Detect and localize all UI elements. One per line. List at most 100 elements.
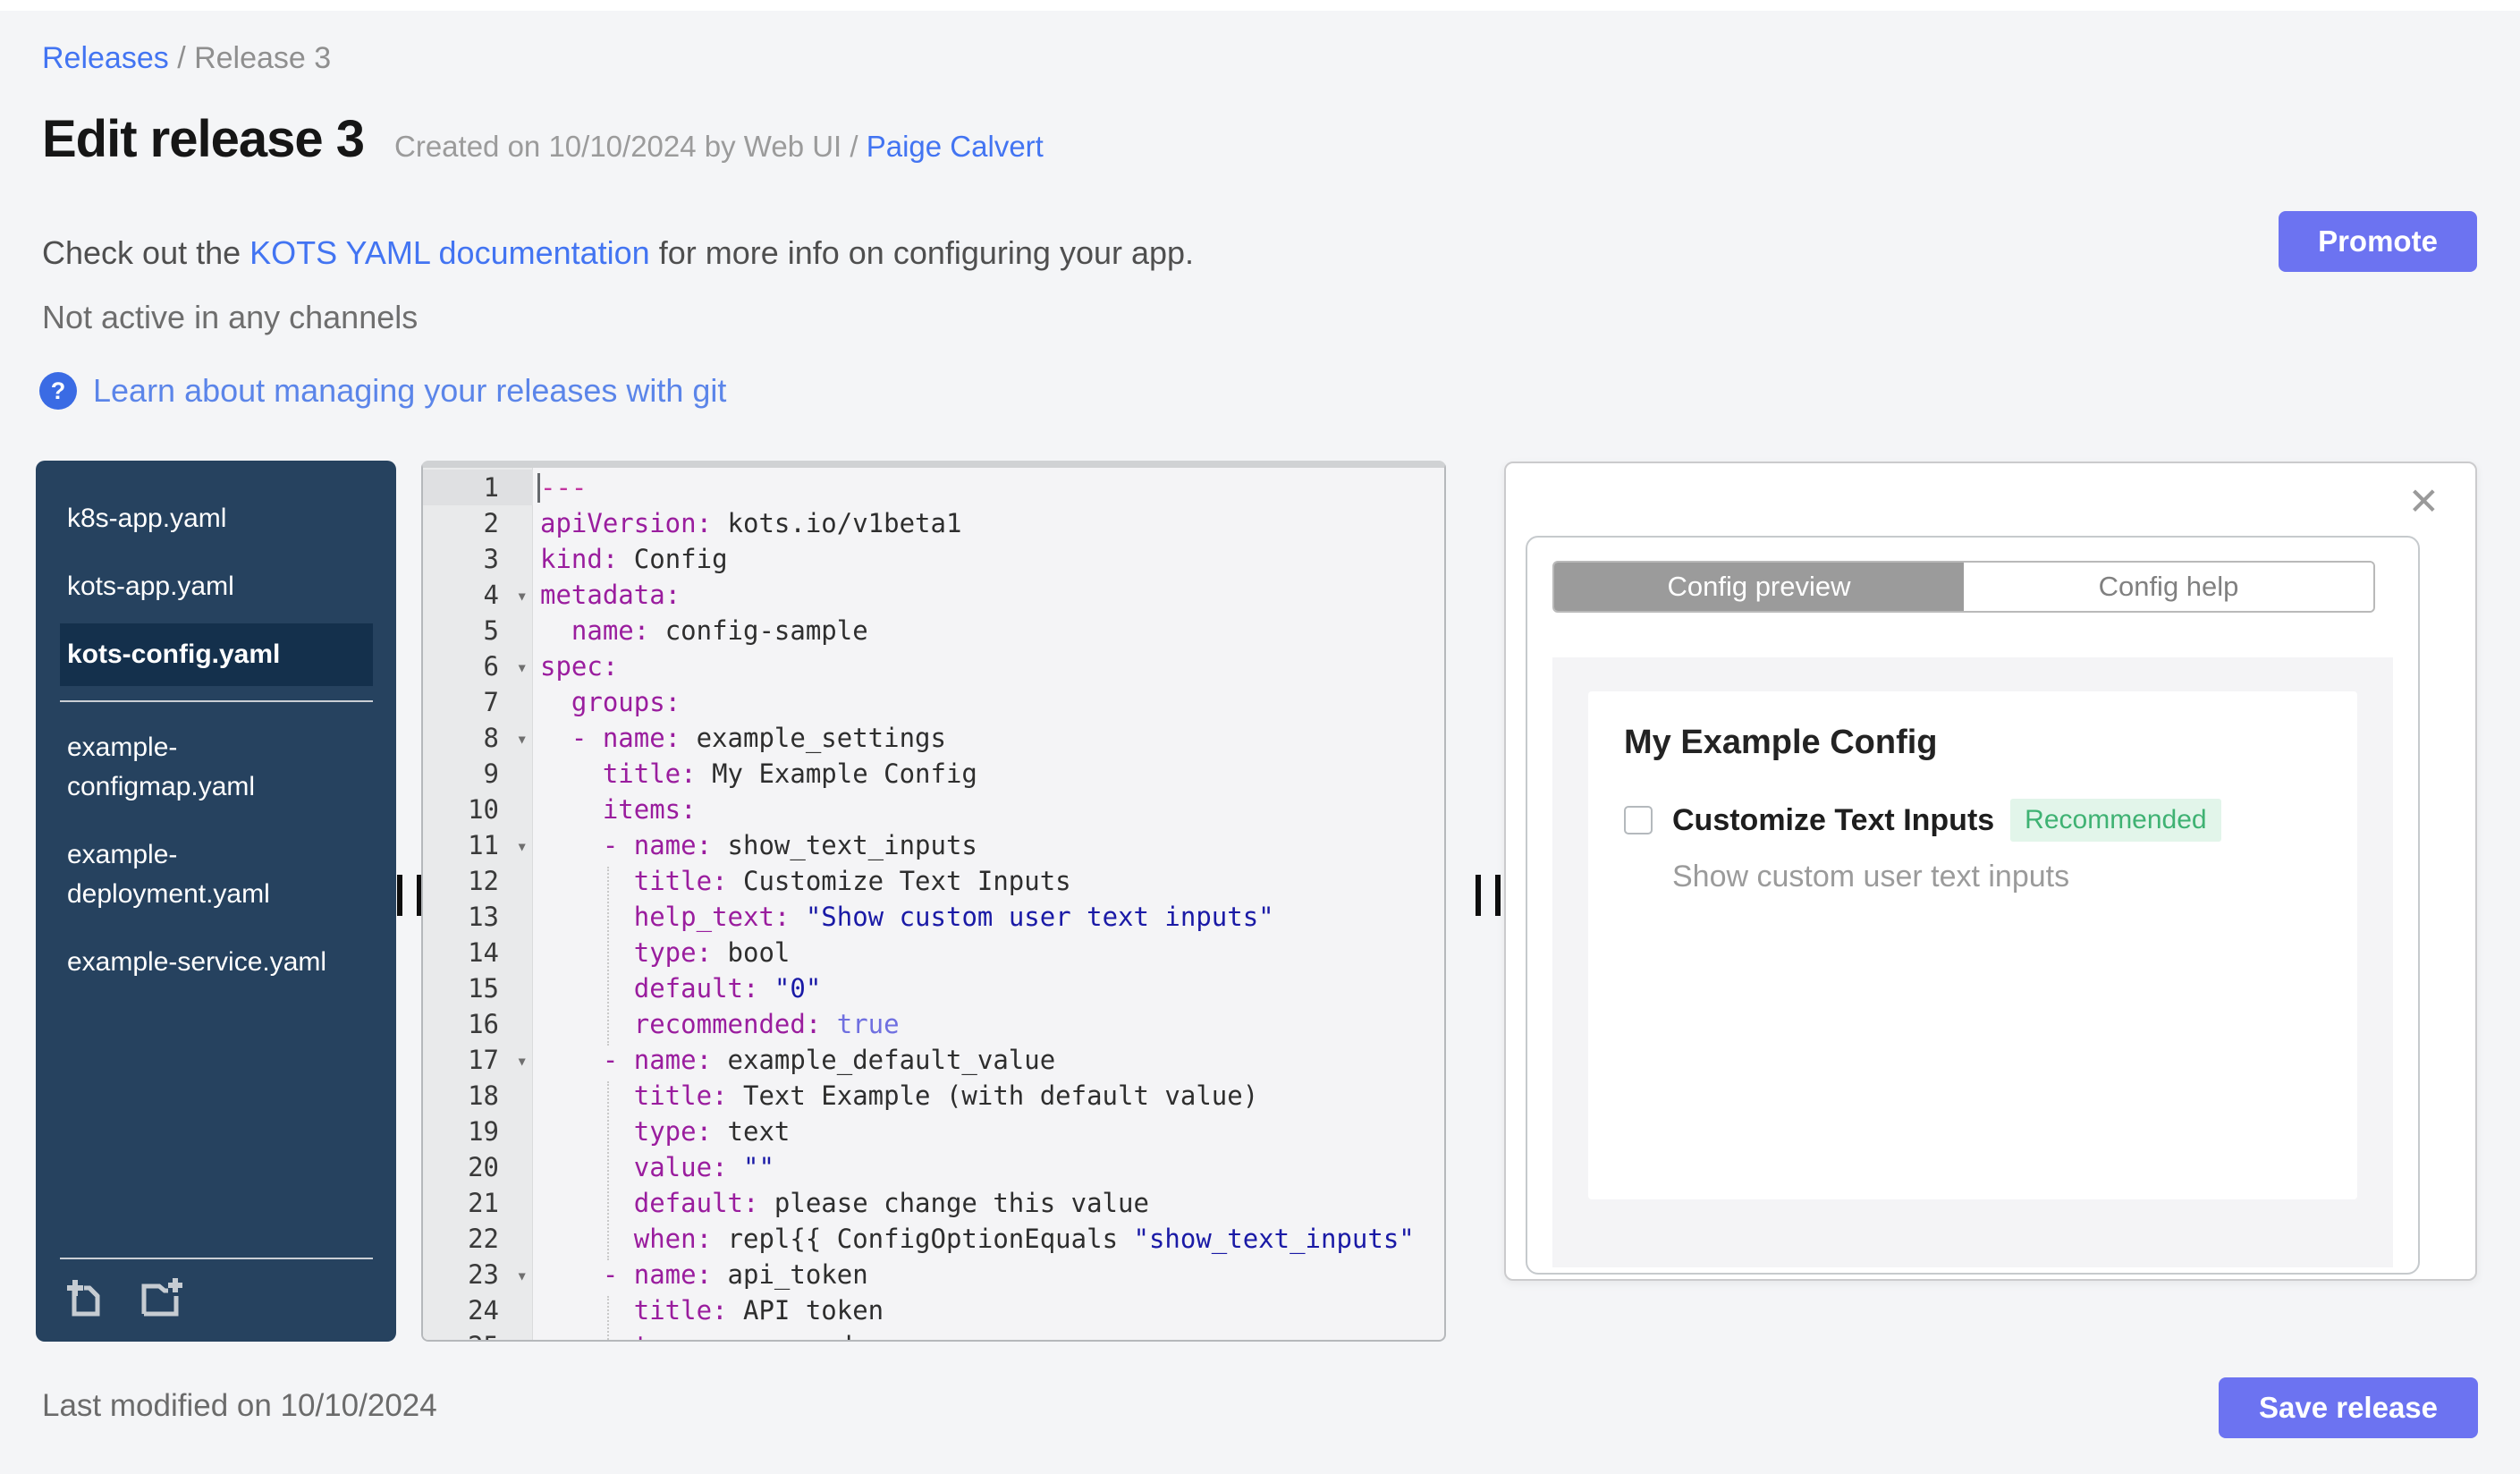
code-line-2[interactable]: 2 apiVersion: kots.io/v1beta1 (423, 505, 1444, 541)
tab-config-preview[interactable]: Config preview (1554, 563, 1964, 611)
code-line-15[interactable]: 15 default: "0" (423, 970, 1444, 1006)
add-file-icon[interactable] (63, 1274, 111, 1322)
code-line-21[interactable]: 21 default: please change this value (423, 1185, 1444, 1221)
code-text: spec: (540, 651, 619, 682)
config-preview-panel: ✕ Config preview Config help My Example … (1504, 462, 2477, 1281)
code-line-14[interactable]: 14 type: bool (423, 935, 1444, 970)
code-text: default: please change this value (633, 1188, 1149, 1218)
file-item-k8s-app.yaml[interactable]: k8s-app.yaml (60, 487, 373, 550)
code-line-8[interactable]: 8 ▾ - name: example_settings (423, 720, 1444, 756)
code-line-19[interactable]: 19 type: text (423, 1114, 1444, 1149)
breadcrumb-releases-link[interactable]: Releases (42, 41, 169, 75)
code-line-22[interactable]: 22 when: repl{{ ConfigOptionEquals "show… (423, 1221, 1444, 1257)
code-line-25[interactable]: 25 type: password (423, 1328, 1444, 1340)
code-text: default: "0" (633, 973, 822, 1004)
author-link[interactable]: Paige Calvert (867, 130, 1044, 163)
line-number: 21 (468, 1188, 499, 1218)
code-text: - name: show_text_inputs (602, 830, 977, 860)
line-number: 5 (483, 615, 499, 646)
file-sidebar: k8s-app.yaml kots-app.yaml kots-config.yam… (36, 461, 396, 1342)
line-number: 24 (468, 1295, 499, 1326)
code-text: value: "" (633, 1152, 774, 1182)
close-icon[interactable]: ✕ (2408, 483, 2440, 521)
line-number: 3 (483, 544, 499, 574)
promote-button[interactable]: Promote (2279, 211, 2477, 272)
git-releases-link[interactable]: Learn about managing your releases with … (93, 372, 726, 410)
line-number: 20 (468, 1152, 499, 1182)
config-item-help-text: Show custom user text inputs (1672, 860, 2070, 894)
line-number: 7 (483, 687, 499, 717)
line-number: 8 ▾ (423, 720, 533, 756)
title-row: Edit release 3 Created on 10/10/2024 by … (42, 109, 1044, 169)
created-on: Created on 10/10/2024 by Web UI / Paige … (394, 130, 1044, 164)
code-line-5[interactable]: 5 name: config-sample (423, 613, 1444, 648)
line-number: 17 ▾ (423, 1042, 533, 1078)
code-text: type: text (633, 1116, 791, 1147)
line-number: 2 (483, 508, 499, 538)
fold-arrow-icon[interactable]: ▾ (516, 1258, 528, 1293)
channel-status: Not active in any channels (42, 299, 419, 335)
sidebar-bottom-divider (60, 1258, 373, 1259)
line-number: 9 (483, 758, 499, 789)
file-item-kots-config.yaml[interactable]: kots-config.yaml (60, 623, 373, 686)
file-list-divider (60, 700, 373, 702)
breadcrumb: Releases / Release 3 (42, 41, 331, 76)
file-item-example-deployment.yaml[interactable]: example-deployment.yaml (60, 824, 373, 926)
code-text: title: Text Example (with default value) (633, 1080, 1259, 1111)
code-line-24[interactable]: 24 title: API token (423, 1292, 1444, 1328)
kots-yaml-doc-link[interactable]: KOTS YAML documentation (249, 234, 650, 271)
code-line-13[interactable]: 13 help_text: "Show custom user text inp… (423, 899, 1444, 935)
fold-arrow-icon[interactable]: ▾ (516, 1043, 528, 1079)
tab-config-help[interactable]: Config help (1964, 563, 2373, 611)
save-release-button[interactable]: Save release (2219, 1377, 2478, 1438)
config-preview-area: My Example Config Customize Text Inputs … (1552, 657, 2393, 1267)
code-line-23[interactable]: 23 ▾ - name: api_token (423, 1257, 1444, 1292)
code-line-17[interactable]: 17 ▾ - name: example_default_value (423, 1042, 1444, 1078)
code-line-4[interactable]: 4 ▾ metadata: (423, 577, 1444, 613)
config-checkbox[interactable] (1624, 806, 1653, 834)
fold-arrow-icon[interactable]: ▾ (516, 578, 528, 614)
breadcrumb-separator: / (168, 41, 195, 75)
help-question-icon[interactable]: ? (39, 372, 77, 410)
top-strip (0, 0, 2520, 11)
fold-arrow-icon[interactable]: ▾ (516, 649, 528, 685)
sidebar-icons (63, 1274, 184, 1322)
code-line-11[interactable]: 11 ▾ - name: show_text_inputs (423, 827, 1444, 863)
code-lines: 1 --- 2 apiVersion: kots.io/v1beta1 3 kind: C… (423, 470, 1444, 1340)
config-group-card: My Example Config Customize Text Inputs … (1588, 691, 2357, 1199)
code-text: help_text: "Show custom user text inputs… (633, 902, 1274, 932)
file-item-example-service.yaml[interactable]: example-service.yaml (60, 931, 373, 994)
code-text: kind: Config (540, 544, 728, 574)
code-line-9[interactable]: 9 title: My Example Config (423, 756, 1444, 792)
config-group-title: My Example Config (1624, 724, 1938, 761)
line-number: 10 (468, 794, 499, 825)
config-item-label: Customize Text Inputs (1672, 802, 1995, 837)
code-line-12[interactable]: 12 title: Customize Text Inputs (423, 863, 1444, 899)
fold-arrow-icon[interactable]: ▾ (516, 721, 528, 757)
code-line-6[interactable]: 6 ▾ spec: (423, 648, 1444, 684)
code-line-3[interactable]: 3 kind: Config (423, 541, 1444, 577)
code-line-1[interactable]: 1 --- (423, 470, 1444, 505)
line-number: 13 (468, 902, 499, 932)
code-line-10[interactable]: 10 items: (423, 792, 1444, 827)
code-line-16[interactable]: 16 recommended: true (423, 1006, 1444, 1042)
code-line-20[interactable]: 20 value: "" (423, 1149, 1444, 1185)
line-number: 12 (468, 866, 499, 896)
line-number: 19 (468, 1116, 499, 1147)
code-text: - name: example_settings (571, 723, 946, 753)
fold-arrow-icon[interactable]: ▾ (516, 828, 528, 864)
doc-line-prefix: Check out the (42, 234, 250, 271)
page-title: Edit release 3 (42, 110, 365, 168)
config-tabbar: Config preview Config help (1552, 561, 2375, 613)
line-number: 23 ▾ (423, 1257, 533, 1292)
code-line-7[interactable]: 7 groups: (423, 684, 1444, 720)
add-folder-icon[interactable] (136, 1274, 184, 1322)
file-item-example-configmap.yaml[interactable]: example-configmap.yaml (60, 716, 373, 818)
file-item-kots-app.yaml[interactable]: kots-app.yaml (60, 555, 373, 618)
yaml-editor[interactable]: 1 --- 2 apiVersion: kots.io/v1beta1 3 kind: C… (421, 461, 1446, 1342)
code-line-18[interactable]: 18 title: Text Example (with default val… (423, 1078, 1444, 1114)
line-number: 22 (468, 1224, 499, 1254)
resize-handle-left[interactable] (397, 875, 422, 916)
resize-handle-right[interactable] (1476, 875, 1501, 916)
line-number: 11 ▾ (423, 827, 533, 863)
